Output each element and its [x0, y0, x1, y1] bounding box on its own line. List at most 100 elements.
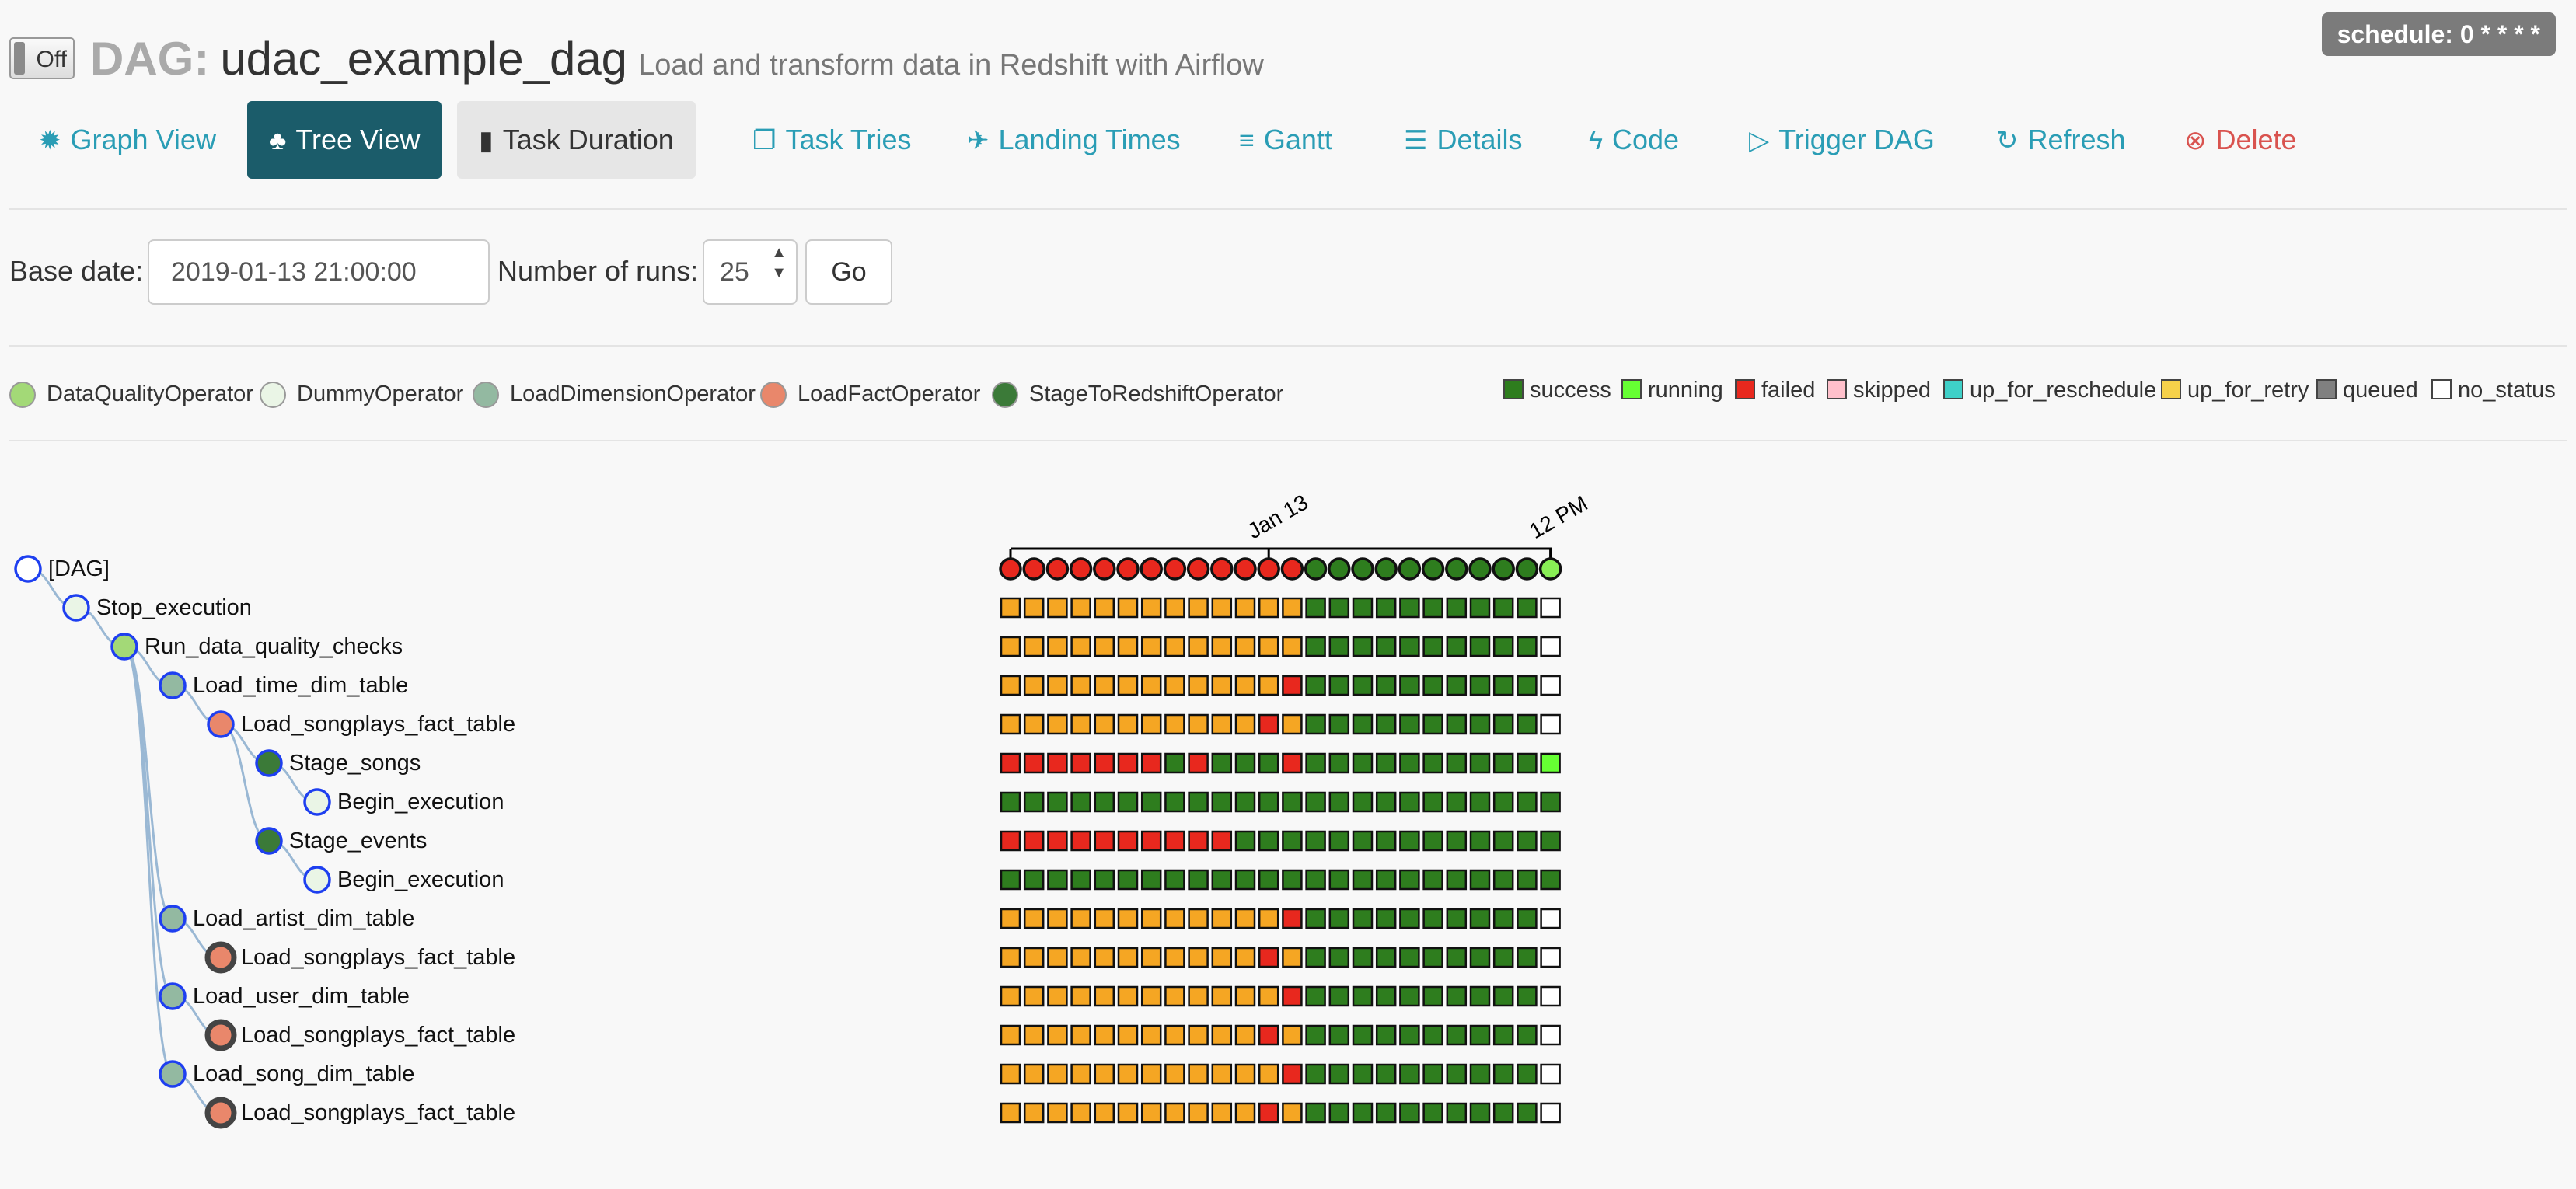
task-instance-status[interactable]	[1305, 791, 1326, 813]
task-instance-status[interactable]	[1540, 791, 1561, 813]
task-instance-status[interactable]	[1422, 947, 1443, 968]
dag-run-status[interactable]	[1328, 557, 1351, 581]
task-instance-status[interactable]	[1047, 869, 1068, 891]
task-instance-status[interactable]	[1540, 752, 1561, 774]
task-instance-status[interactable]	[1352, 675, 1374, 696]
task-instance-status[interactable]	[1070, 752, 1091, 774]
task-instance-status[interactable]	[1352, 791, 1374, 813]
task-instance-status[interactable]	[1492, 791, 1514, 813]
task-instance-status[interactable]	[1375, 713, 1397, 735]
task-instance-status[interactable]	[1352, 1102, 1374, 1124]
task-instance-status[interactable]	[1164, 752, 1185, 774]
task-instance-status[interactable]	[1328, 908, 1350, 929]
tab-task-tries[interactable]: ❐ Task Tries	[731, 101, 934, 179]
task-instance-status[interactable]	[1328, 947, 1350, 968]
task-instance-status[interactable]	[1469, 830, 1491, 852]
task-instance-status[interactable]	[1540, 675, 1561, 696]
task-instance-status[interactable]	[1188, 713, 1209, 735]
tree-node[interactable]	[159, 905, 187, 933]
task-instance-status[interactable]	[1492, 869, 1514, 891]
task-instance-status[interactable]	[1258, 752, 1279, 774]
task-instance-status[interactable]	[1140, 1102, 1162, 1124]
task-instance-status[interactable]	[1140, 1024, 1162, 1046]
task-instance-status[interactable]	[1000, 713, 1021, 735]
task-instance-status[interactable]	[1258, 791, 1279, 813]
task-label[interactable]: Stop_execution	[96, 592, 252, 623]
task-instance-status[interactable]	[1094, 597, 1115, 619]
task-instance-status[interactable]	[1517, 1024, 1538, 1046]
task-instance-status[interactable]	[1282, 985, 1303, 1007]
task-instance-status[interactable]	[1399, 830, 1420, 852]
dag-run-status[interactable]	[1022, 557, 1045, 581]
task-instance-status[interactable]	[1000, 636, 1021, 657]
task-instance-status[interactable]	[1094, 947, 1115, 968]
task-instance-status[interactable]	[1282, 908, 1303, 929]
task-instance-status[interactable]	[1000, 1024, 1021, 1046]
task-instance-status[interactable]	[1094, 908, 1115, 929]
task-instance-status[interactable]	[1047, 597, 1068, 619]
task-instance-status[interactable]	[1352, 1063, 1374, 1085]
task-instance-status[interactable]	[1517, 830, 1538, 852]
task-instance-status[interactable]	[1047, 830, 1068, 852]
task-instance-status[interactable]	[1070, 1024, 1091, 1046]
tree-node[interactable]	[159, 1060, 187, 1088]
go-button[interactable]: Go	[805, 239, 892, 305]
task-instance-status[interactable]	[1023, 908, 1045, 929]
tree-node[interactable]	[303, 788, 331, 816]
task-instance-status[interactable]	[1234, 908, 1256, 929]
dag-run-status[interactable]	[999, 557, 1022, 581]
task-instance-status[interactable]	[1211, 1102, 1233, 1124]
task-instance-status[interactable]	[1492, 830, 1514, 852]
task-instance-status[interactable]	[1211, 830, 1233, 852]
task-instance-status[interactable]	[1070, 597, 1091, 619]
task-instance-status[interactable]	[1164, 1102, 1185, 1124]
dag-run-status[interactable]	[1445, 557, 1468, 581]
task-instance-status[interactable]	[1070, 713, 1091, 735]
task-instance-status[interactable]	[1117, 791, 1139, 813]
task-instance-status[interactable]	[1070, 675, 1091, 696]
task-instance-status[interactable]	[1047, 947, 1068, 968]
task-instance-status[interactable]	[1540, 830, 1561, 852]
tab-tree-view[interactable]: ♣ Tree View	[247, 101, 442, 179]
task-instance-status[interactable]	[1305, 636, 1326, 657]
task-instance-status[interactable]	[1023, 791, 1045, 813]
task-instance-status[interactable]	[1446, 1024, 1468, 1046]
task-instance-status[interactable]	[1305, 869, 1326, 891]
task-instance-status[interactable]	[1375, 675, 1397, 696]
task-instance-status[interactable]	[1492, 1063, 1514, 1085]
task-instance-status[interactable]	[1446, 869, 1468, 891]
task-instance-status[interactable]	[1047, 1102, 1068, 1124]
task-instance-status[interactable]	[1117, 1024, 1139, 1046]
task-instance-status[interactable]	[1469, 597, 1491, 619]
task-instance-status[interactable]	[1188, 908, 1209, 929]
task-instance-status[interactable]	[1422, 908, 1443, 929]
task-instance-status[interactable]	[1000, 908, 1021, 929]
task-instance-status[interactable]	[1211, 675, 1233, 696]
dag-run-status[interactable]	[1069, 557, 1093, 581]
task-instance-status[interactable]	[1375, 869, 1397, 891]
tab-task-duration[interactable]: ▮ Task Duration	[457, 101, 696, 179]
task-instance-status[interactable]	[1258, 908, 1279, 929]
task-instance-status[interactable]	[1140, 908, 1162, 929]
task-label[interactable]: [DAG]	[48, 553, 110, 584]
task-instance-status[interactable]	[1117, 1063, 1139, 1085]
task-instance-status[interactable]	[1446, 752, 1468, 774]
task-instance-status[interactable]	[1047, 752, 1068, 774]
task-instance-status[interactable]	[1258, 1102, 1279, 1124]
task-instance-status[interactable]	[1023, 869, 1045, 891]
task-instance-status[interactable]	[1070, 830, 1091, 852]
tab-trigger-dag[interactable]: ▷ Trigger DAG	[1727, 101, 1956, 179]
dag-run-status[interactable]	[1374, 557, 1398, 581]
tree-node[interactable]	[255, 827, 283, 855]
task-label[interactable]: Load_songplays_fact_table	[241, 709, 515, 740]
task-instance-status[interactable]	[1517, 636, 1538, 657]
task-instance-status[interactable]	[1422, 675, 1443, 696]
task-instance-status[interactable]	[1211, 985, 1233, 1007]
task-instance-status[interactable]	[1540, 636, 1561, 657]
task-instance-status[interactable]	[1070, 947, 1091, 968]
task-instance-status[interactable]	[1422, 1063, 1443, 1085]
task-instance-status[interactable]	[1305, 597, 1326, 619]
task-instance-status[interactable]	[1446, 636, 1468, 657]
tree-node[interactable]	[110, 633, 138, 661]
task-instance-status[interactable]	[1000, 869, 1021, 891]
